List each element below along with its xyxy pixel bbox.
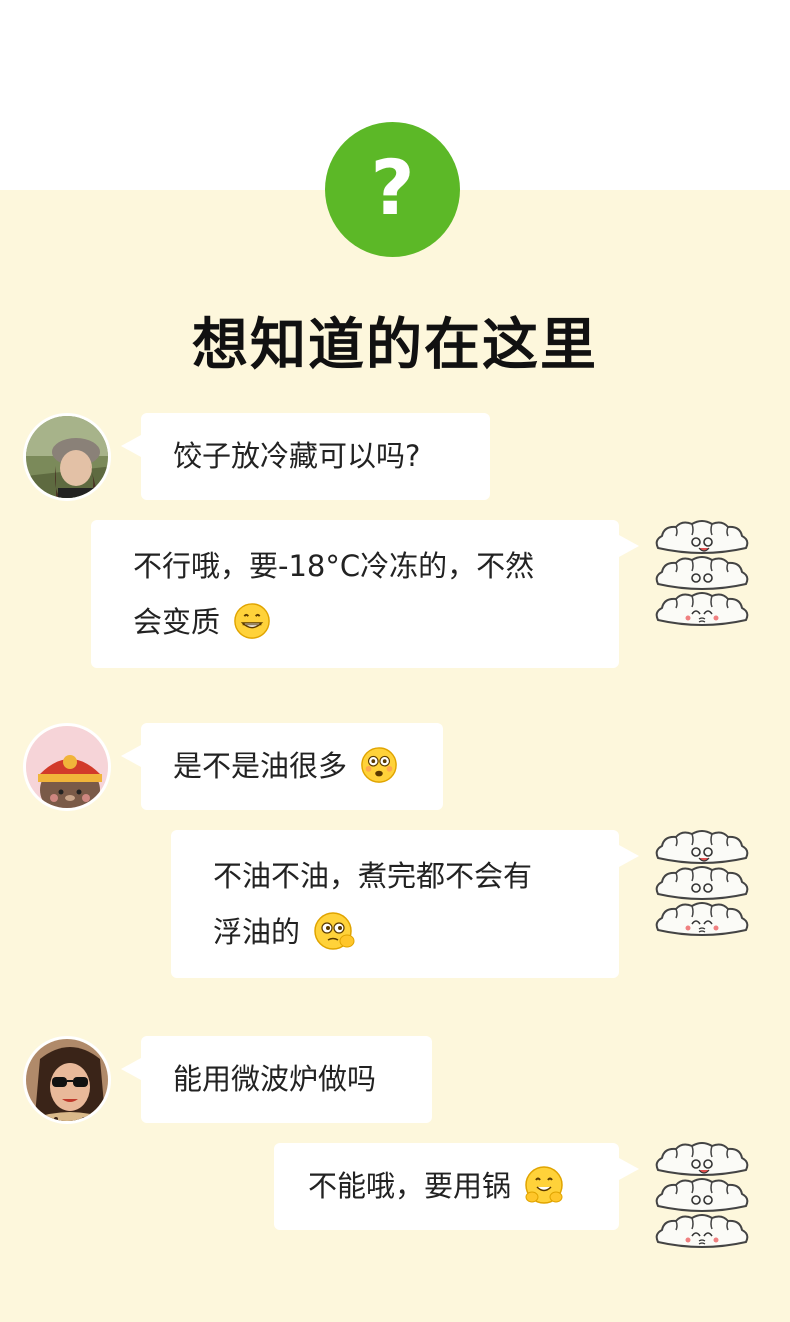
question-text: 能用微波炉做吗 [173,1062,377,1096]
answer-bubble: 不能哦，要用锅 [274,1143,639,1230]
answer-text-line2: 浮油的 [213,915,301,949]
question-text: 饺子放冷藏可以吗? [173,439,421,473]
question-bubble: 能用微波炉做吗 [121,1036,432,1123]
answer-text-line1: 不行哦，要-18°C冷冻的，不然 [133,549,535,583]
avatar-bear-hat[interactable] [23,723,111,811]
flushed-face-icon [360,746,398,784]
question-mark-icon: ? [325,122,460,257]
dumpling-stack-icon [652,1140,752,1250]
dumpling-stack-icon [652,828,752,938]
question-bubble: 是不是油很多 [121,723,443,810]
avatar-woman-beret[interactable] [23,413,111,501]
grinning-face-icon [233,602,271,640]
question-mark-glyph: ? [370,142,415,232]
answer-bubble: 不行哦，要-18°C冷冻的，不然 会变质 [91,520,639,668]
avatar-woman-sunglasses[interactable] [23,1036,111,1124]
dumpling-stack-icon [652,518,752,628]
page-title: 想知道的在这里 [192,313,598,378]
answer-bubble: 不油不油，煮完都不会有 浮油的 [171,830,639,978]
question-text: 是不是油很多 [173,749,348,783]
face-with-monocle-icon [314,912,355,950]
question-bubble: 饺子放冷藏可以吗? [121,413,490,500]
answer-text-line1: 不油不油，煮完都不会有 [213,859,533,893]
hugging-face-icon [524,1165,564,1205]
answer-text-line2: 会变质 [133,605,221,639]
answer-text-line1: 不能哦，要用锅 [308,1169,512,1203]
